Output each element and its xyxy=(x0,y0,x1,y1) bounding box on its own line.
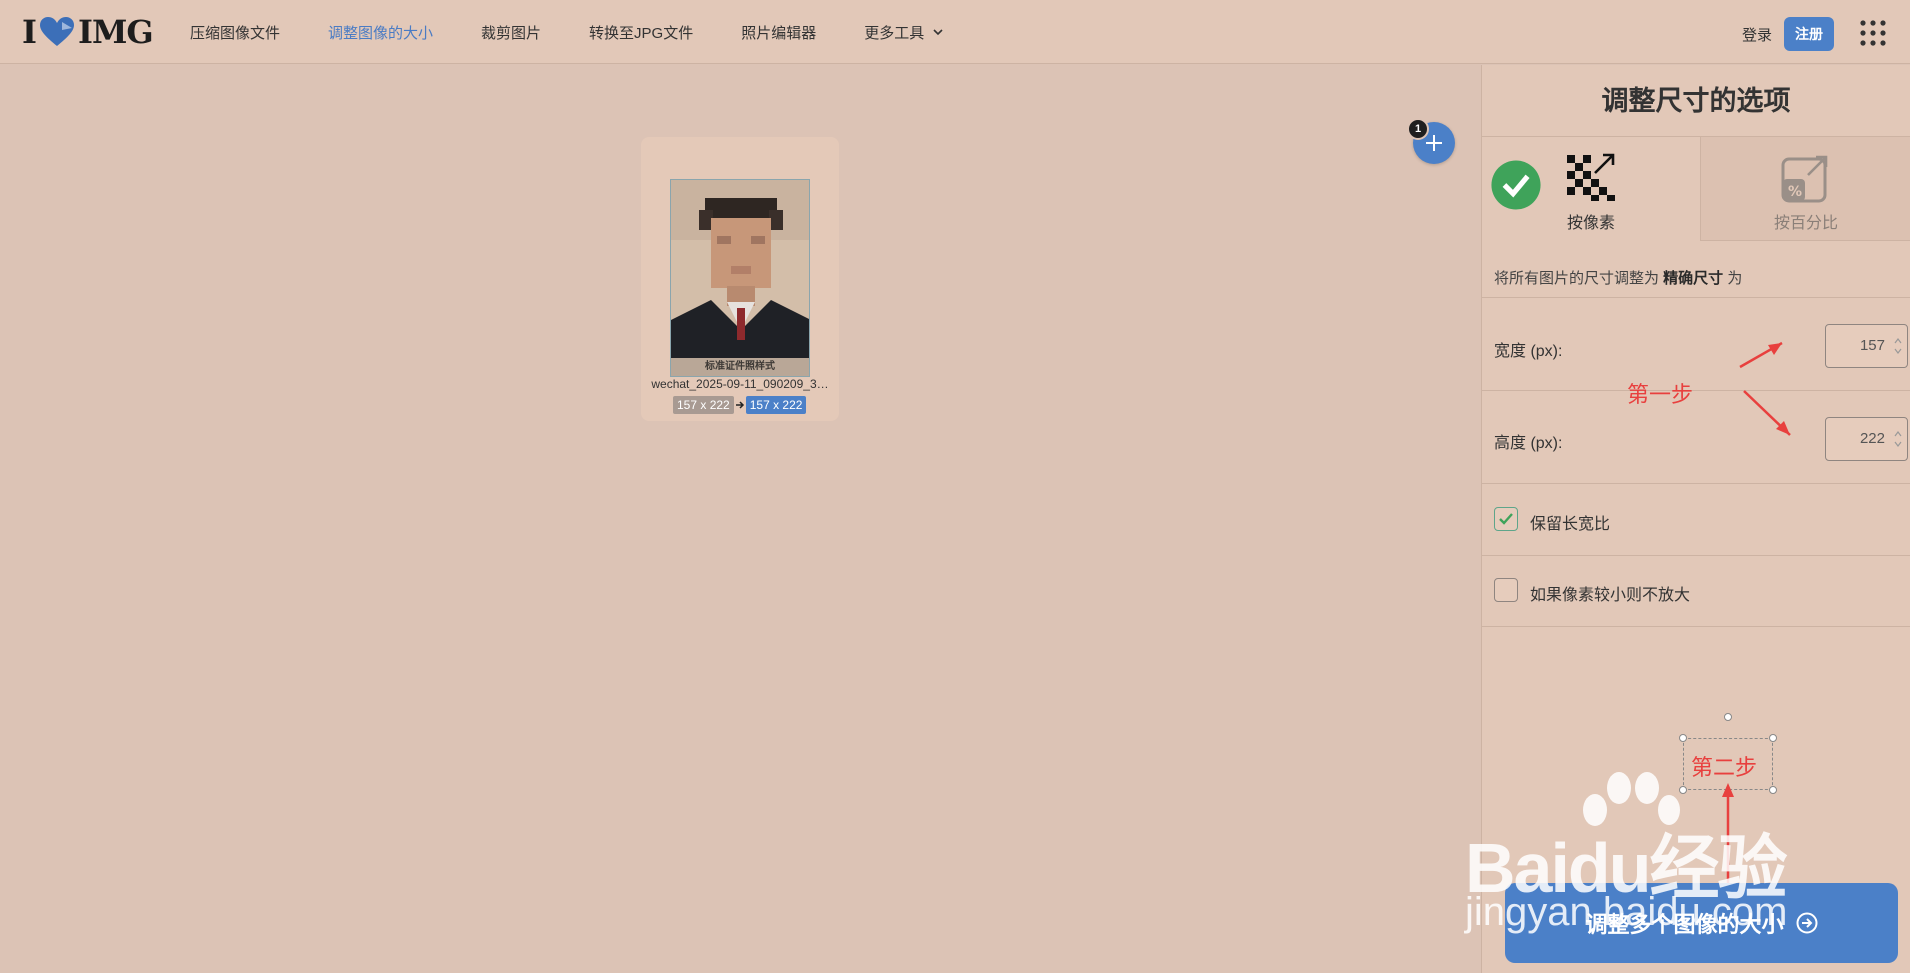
nav-more-tools[interactable]: 更多工具 xyxy=(864,22,944,43)
spinner-arrows-icon[interactable] xyxy=(1893,428,1903,450)
no-enlarge-checkbox[interactable] xyxy=(1494,578,1518,602)
annotation-arrow-up-icon xyxy=(1722,783,1734,883)
resize-mode-tabs: 按像素 % 按百分比 xyxy=(1482,137,1910,241)
tab-by-pixels[interactable]: 按像素 xyxy=(1482,137,1701,241)
step-two-annotation: 第二步 xyxy=(1691,755,1758,780)
new-dimensions: 157 x 222 xyxy=(745,396,807,414)
login-link[interactable]: 登录 xyxy=(1742,24,1772,45)
tab-percent-label: 按百分比 xyxy=(1773,215,1838,232)
arrow-right-icon xyxy=(735,401,744,409)
file-name: wechat_2025-09-11_090209_3… xyxy=(651,377,829,391)
file-count-badge: 1 xyxy=(1407,118,1429,140)
resize-handle[interactable] xyxy=(1769,786,1777,794)
step-one-annotation: 第一步 xyxy=(1627,382,1694,407)
svg-text:%: % xyxy=(1788,184,1802,200)
divider xyxy=(1482,626,1910,627)
thumbnail-caption: 标准证件照样式 xyxy=(671,358,809,376)
resize-description: 将所有图片的尺寸调整为 精确尺寸 为 xyxy=(1494,270,1743,287)
resize-handle[interactable] xyxy=(1679,786,1687,794)
dimensions-row: 157 x 222 157 x 222 xyxy=(673,396,807,414)
tab-pixels-label: 按像素 xyxy=(1566,215,1615,232)
width-label: 宽度 (px): xyxy=(1494,343,1563,360)
rotate-handle[interactable] xyxy=(1724,713,1732,721)
chevron-down-icon xyxy=(933,29,943,36)
top-navigation-bar: I IMG 压缩图像文件 调整图像的大小 裁剪图片 转换至JPG文件 照片编辑器… xyxy=(0,0,1910,64)
nav-convert-jpg[interactable]: 转换至JPG文件 xyxy=(589,22,693,43)
tab-by-percent[interactable]: % 按百分比 xyxy=(1701,137,1910,241)
nav-photo-editor[interactable]: 照片编辑器 xyxy=(741,22,816,43)
resize-handle[interactable] xyxy=(1679,734,1687,742)
percent-resize-icon: % xyxy=(1781,155,1828,203)
exact-size-emphasis: 精确尺寸 xyxy=(1663,270,1724,287)
keep-aspect-ratio-checkbox[interactable] xyxy=(1494,507,1518,531)
heart-logo-icon xyxy=(39,17,74,46)
resize-handle[interactable] xyxy=(1769,734,1777,742)
original-dimensions: 157 x 222 xyxy=(673,396,734,414)
checkmark-icon xyxy=(1499,513,1513,525)
plus-icon xyxy=(1426,135,1442,151)
workspace-area: 标准证件照样式 wechat_2025-09-11_090209_3… 157 … xyxy=(0,65,1481,973)
height-label: 高度 (px): xyxy=(1494,435,1563,452)
logo-text-right: IMG xyxy=(77,13,154,51)
pixels-resize-icon xyxy=(1567,153,1615,201)
divider xyxy=(1482,555,1910,556)
signup-button[interactable]: 注册 xyxy=(1784,17,1834,51)
logo-text-left: I xyxy=(22,13,37,51)
main-nav: 压缩图像文件 调整图像的大小 裁剪图片 转换至JPG文件 照片编辑器 更多工具 xyxy=(190,0,992,64)
no-enlarge-label: 如果像素较小则不放大 xyxy=(1530,587,1691,604)
image-thumbnail: 标准证件照样式 xyxy=(670,179,810,377)
check-circle-icon xyxy=(1491,160,1541,210)
apps-grid-icon[interactable] xyxy=(1860,20,1886,46)
resize-images-button[interactable]: 调整多个图像的大小 xyxy=(1505,883,1898,963)
file-card[interactable]: 标准证件照样式 wechat_2025-09-11_090209_3… 157 … xyxy=(641,137,839,421)
nav-compress[interactable]: 压缩图像文件 xyxy=(190,22,280,43)
arrow-circle-right-icon xyxy=(1796,912,1817,934)
spinner-arrows-icon[interactable] xyxy=(1893,335,1903,357)
divider xyxy=(1482,297,1910,298)
portrait-photo-icon xyxy=(671,180,809,360)
keep-aspect-ratio-label: 保留长宽比 xyxy=(1530,516,1611,533)
divider xyxy=(1482,483,1910,484)
sidebar-title: 调整尺寸的选项 xyxy=(1482,65,1910,137)
annotation-arrows-icon xyxy=(1739,341,1791,436)
nav-crop[interactable]: 裁剪图片 xyxy=(481,22,541,43)
ilovesvg-logo[interactable]: I IMG xyxy=(22,13,154,51)
resize-options-sidebar: 调整尺寸的选项 按像素 % 按百分比 将所有图片的尺寸调整为 精确尺寸 为 宽度… xyxy=(1481,65,1910,973)
nav-resize[interactable]: 调整图像的大小 xyxy=(328,22,433,43)
